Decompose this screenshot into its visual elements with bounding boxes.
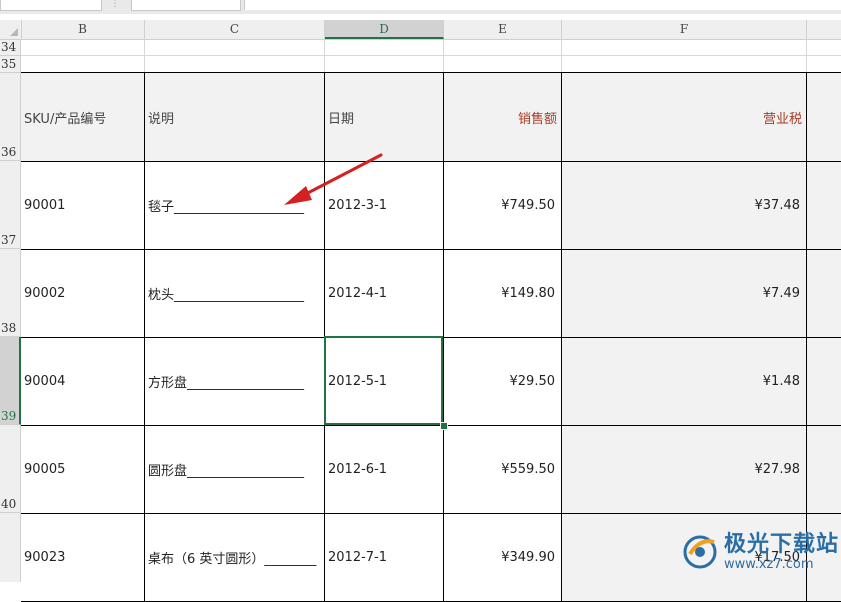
- column-header-b[interactable]: B: [21, 20, 145, 39]
- column-header-g[interactable]: [807, 20, 841, 39]
- cell-description[interactable]: 枕头____________________: [145, 250, 325, 338]
- row-header-34[interactable]: 34: [0, 40, 21, 56]
- selected-cell-d39[interactable]: [324, 336, 443, 425]
- gridline: [144, 40, 145, 73]
- cell-tax[interactable]: ¥1.48: [562, 338, 807, 426]
- cell-tax[interactable]: ¥37.48: [562, 162, 807, 250]
- cell-extra[interactable]: [807, 338, 841, 426]
- cell-extra[interactable]: [807, 426, 841, 514]
- gridline: [561, 40, 562, 73]
- cell-description[interactable]: 毯子____________________: [145, 162, 325, 250]
- cell-date[interactable]: 2012-4-1: [325, 250, 444, 338]
- cell-extra[interactable]: [807, 250, 841, 338]
- row-header-40[interactable]: 40: [0, 425, 21, 513]
- gridline: [324, 40, 325, 73]
- select-all-triangle-icon: [10, 28, 18, 36]
- header-extra[interactable]: [807, 73, 841, 161]
- gridline: [443, 40, 444, 73]
- row-header-38[interactable]: 38: [0, 249, 21, 337]
- name-box[interactable]: [0, 0, 102, 11]
- column-header-d[interactable]: D: [325, 20, 444, 39]
- column-header-e[interactable]: E: [444, 20, 562, 39]
- cell-tax[interactable]: ¥7.49: [562, 250, 807, 338]
- formula-bar: ⋮: [0, 0, 841, 14]
- header-sku[interactable]: SKU/产品编号: [21, 73, 145, 161]
- row-header-39[interactable]: 39: [0, 337, 21, 425]
- column-header-row: B C D E F: [0, 20, 841, 40]
- header-tax[interactable]: 营业税: [562, 73, 807, 161]
- cell-sales[interactable]: ¥29.50: [444, 338, 562, 426]
- cell-date[interactable]: 2012-7-1: [325, 514, 444, 602]
- cell-sales[interactable]: ¥559.50: [444, 426, 562, 514]
- column-header-c[interactable]: C: [145, 20, 325, 39]
- watermark: 极光下载站 www.xz7.com: [680, 524, 840, 580]
- cell-sku[interactable]: 90004: [21, 338, 145, 426]
- cell-tax[interactable]: ¥27.98: [562, 426, 807, 514]
- cell-sku[interactable]: 90023: [21, 514, 145, 602]
- watermark-url: www.xz7.com: [724, 557, 814, 572]
- cell-extra[interactable]: [807, 162, 841, 250]
- cell-date[interactable]: 2012-6-1: [325, 426, 444, 514]
- cell-sales[interactable]: ¥349.90: [444, 514, 562, 602]
- formula-input[interactable]: [244, 0, 841, 10]
- watermark-logo-icon: [683, 535, 717, 569]
- cell-sales[interactable]: ¥149.80: [444, 250, 562, 338]
- watermark-title: 极光下载站: [724, 532, 840, 557]
- fill-handle[interactable]: [440, 422, 448, 430]
- formula-buttons[interactable]: [131, 0, 241, 11]
- column-header-f[interactable]: F: [562, 20, 807, 39]
- cell-description[interactable]: 桌布（6 英寸圆形）________: [145, 514, 325, 602]
- gridline: [806, 40, 807, 73]
- cell-sku[interactable]: 90001: [21, 162, 145, 250]
- cell-sku[interactable]: 90005: [21, 426, 145, 514]
- row-header-41[interactable]: [0, 513, 21, 582]
- cell-sku[interactable]: 90002: [21, 250, 145, 338]
- row-header-36[interactable]: 36: [0, 73, 21, 161]
- formula-bar-separator: ⋮: [110, 0, 120, 9]
- cell-description[interactable]: 方形盘__________________: [145, 338, 325, 426]
- row-header-35[interactable]: 35: [0, 56, 21, 73]
- cell-date[interactable]: 2012-3-1: [325, 162, 444, 250]
- cell-sales[interactable]: ¥749.50: [444, 162, 562, 250]
- header-date[interactable]: 日期: [325, 73, 444, 161]
- row-header-37[interactable]: 37: [0, 161, 21, 249]
- header-sales[interactable]: 销售额: [444, 73, 562, 161]
- cell-description[interactable]: 圆形盘__________________: [145, 426, 325, 514]
- select-all-button[interactable]: [0, 20, 22, 39]
- header-description[interactable]: 说明: [145, 73, 325, 161]
